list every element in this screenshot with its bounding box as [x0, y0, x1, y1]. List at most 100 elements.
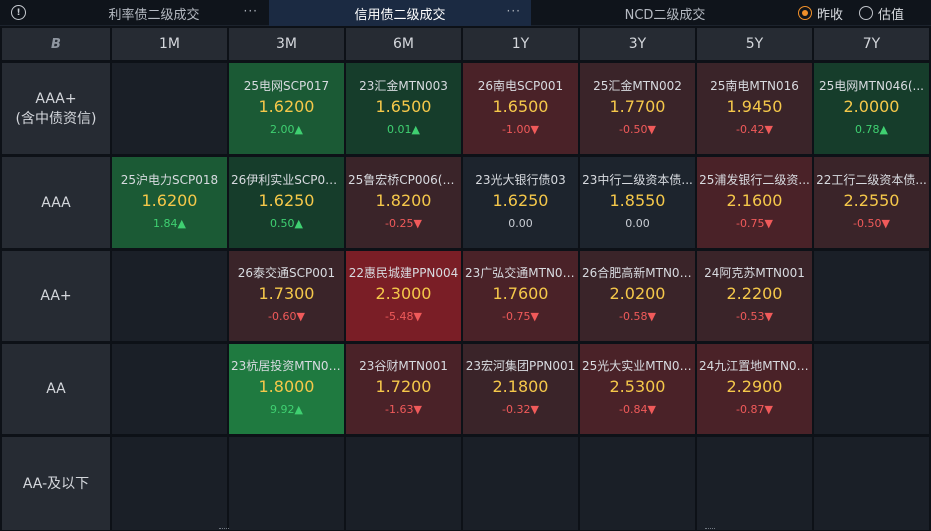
row-label-text: AA-及以下: [22, 475, 90, 492]
bond-cell[interactable]: 26合肥高新MTN001 2.0200 -0.58▼: [580, 251, 695, 341]
bond-yield: 1.6500: [375, 96, 432, 116]
info-icon[interactable]: !: [11, 5, 26, 20]
bond-name[interactable]: 25电网MTN046(...: [814, 78, 929, 96]
resize-handle[interactable]: [219, 528, 229, 530]
bond-cell[interactable]: 25南电MTN016 1.9450 -0.42▼: [697, 63, 812, 154]
tab-credit-bond-trades[interactable]: 信用债二级成交 ···: [269, 0, 531, 26]
more-icon[interactable]: ···: [244, 4, 258, 18]
row-label-text: AAA: [41, 194, 71, 211]
column-header-3y[interactable]: 3Y: [580, 28, 695, 60]
bond-name[interactable]: 25汇金MTN002: [580, 78, 695, 96]
bond-change: -0.87▼: [736, 403, 773, 416]
bond-cell[interactable]: 25沪电力SCP018 1.6200 1.84▲: [112, 157, 227, 248]
bond-cell[interactable]: 25鲁宏桥CP006(科... 1.8200 -0.25▼: [346, 157, 461, 248]
bond-yield: 2.1800: [492, 377, 549, 396]
bond-yield: 1.7700: [609, 96, 666, 116]
bond-name[interactable]: 23杭居投资MTN001: [229, 358, 344, 376]
column-header-5y[interactable]: 5Y: [697, 28, 812, 60]
bond-change: -0.60▼: [268, 310, 305, 323]
bond-name[interactable]: 23光大银行债03: [463, 172, 578, 190]
empty-cell: [112, 437, 227, 530]
bond-cell[interactable]: 23广弘交通MTN001 1.7600 -0.75▼: [463, 251, 578, 341]
empty-cell: [814, 437, 929, 530]
radio-dot[interactable]: [859, 6, 873, 20]
bond-name[interactable]: 25鲁宏桥CP006(科...: [346, 172, 461, 190]
bond-yield: 1.6200: [258, 96, 315, 116]
more-icon[interactable]: ···: [507, 4, 521, 18]
bond-change: 0.78▲: [855, 122, 888, 136]
bond-change: 0.01▲: [387, 122, 420, 136]
bond-cell[interactable]: 22惠民城建PPN004 2.3000 -5.48▼: [346, 251, 461, 341]
bond-cell[interactable]: 23汇金MTN003 1.6500 0.01▲: [346, 63, 461, 154]
bond-change: 2.00▲: [270, 122, 303, 136]
bond-cell[interactable]: 23光大银行债03 1.6250 0.00: [463, 157, 578, 248]
bond-cell[interactable]: 25电网SCP017 1.6200 2.00▲: [229, 63, 344, 154]
bond-change: -0.50▼: [619, 122, 656, 136]
bond-name[interactable]: 26合肥高新MTN001: [580, 265, 695, 283]
column-header-7y[interactable]: 7Y: [814, 28, 929, 60]
bond-name[interactable]: 23汇金MTN003: [346, 78, 461, 96]
bond-cell[interactable]: 23谷财MTN001 1.7200 -1.63▼: [346, 344, 461, 434]
tab-label: 利率债二级成交: [108, 7, 200, 23]
bond-change: -0.84▼: [619, 403, 656, 416]
bond-name[interactable]: 22工行二级资本债...: [814, 172, 929, 190]
bond-name[interactable]: 25浦发银行二级资...: [697, 172, 812, 190]
radio-prev-close[interactable]: 昨收: [798, 0, 843, 26]
bond-cell[interactable]: 24九江置地MTN001 2.2900 -0.87▼: [697, 344, 812, 434]
bond-yield: 1.9450: [726, 96, 783, 116]
bond-cell[interactable]: 25浦发银行二级资... 2.1600 -0.75▼: [697, 157, 812, 248]
radio-valuation[interactable]: 估值: [859, 0, 904, 26]
bond-cell[interactable]: 23中行二级资本债... 1.8550 0.00: [580, 157, 695, 248]
bond-yield: 1.7300: [258, 284, 315, 303]
bond-change: -0.32▼: [502, 403, 539, 416]
bond-name[interactable]: 26南电SCP001: [463, 78, 578, 96]
credit-matrix: B 1M 3M 6M 1Y 3Y 5Y 7Y AAA+ (含中债资信) 25电网SCP017 1.62…: [0, 26, 931, 531]
bond-name[interactable]: 26伊利实业SCP00...: [229, 172, 344, 190]
row-label-text: AAA+: [35, 90, 77, 107]
bond-cell[interactable]: 26泰交通SCP001 1.7300 -0.60▼: [229, 251, 344, 341]
tab-rate-bond-trades[interactable]: 利率债二级成交 ···: [40, 0, 268, 26]
bond-cell[interactable]: 26南电SCP001 1.6500 -1.00▼: [463, 63, 578, 154]
empty-cell: [697, 437, 812, 530]
bond-name[interactable]: 25沪电力SCP018: [112, 172, 227, 190]
bond-name[interactable]: 24九江置地MTN001: [697, 358, 812, 376]
bond-cell[interactable]: 25汇金MTN002 1.7700 -0.50▼: [580, 63, 695, 154]
bond-name[interactable]: 25南电MTN016: [697, 78, 812, 96]
bond-name[interactable]: 23谷财MTN001: [346, 358, 461, 376]
bond-cell[interactable]: 23宏河集团PPN001 2.1800 -0.32▼: [463, 344, 578, 434]
row-label-rating: AA: [2, 344, 110, 434]
bond-name[interactable]: 25光大实业MTN001: [580, 358, 695, 376]
column-header-6m[interactable]: 6M: [346, 28, 461, 60]
radio-dot[interactable]: [798, 6, 812, 20]
column-header-3m[interactable]: 3M: [229, 28, 344, 60]
tab-ncd-trades[interactable]: NCD二级成交: [560, 0, 770, 26]
bond-yield: 1.8550: [609, 190, 666, 210]
bond-cell[interactable]: 23杭居投资MTN001 1.8000 9.92▲: [229, 344, 344, 434]
bond-yield: 2.2550: [843, 190, 900, 210]
row-label-rating: AAA: [2, 157, 110, 248]
bond-yield: 2.2900: [726, 377, 783, 396]
empty-cell: [112, 63, 227, 154]
bond-name[interactable]: 24阿克苏MTN001: [697, 265, 812, 283]
bond-name[interactable]: 23广弘交通MTN001: [463, 265, 578, 283]
bond-change: 0.00: [625, 216, 650, 230]
bond-yield: 1.8000: [258, 377, 315, 396]
bond-change: -0.50▼: [853, 216, 890, 230]
resize-handle[interactable]: [705, 528, 715, 530]
column-header-1y[interactable]: 1Y: [463, 28, 578, 60]
bond-name[interactable]: 26泰交通SCP001: [229, 265, 344, 283]
row-label-text: (含中债资信): [15, 110, 97, 127]
bond-name[interactable]: 25电网SCP017: [229, 78, 344, 96]
bond-cell[interactable]: 25光大实业MTN001 2.5300 -0.84▼: [580, 344, 695, 434]
bond-name[interactable]: 22惠民城建PPN004: [346, 265, 461, 283]
bond-name[interactable]: 23中行二级资本债...: [580, 172, 695, 190]
bond-name[interactable]: 23宏河集团PPN001: [463, 358, 578, 376]
column-header-1m[interactable]: 1M: [112, 28, 227, 60]
bond-cell[interactable]: 24阿克苏MTN001 2.2200 -0.53▼: [697, 251, 812, 341]
empty-cell: [346, 437, 461, 530]
bond-cell[interactable]: 22工行二级资本债... 2.2550 -0.50▼: [814, 157, 929, 248]
radio-label: 估值: [878, 7, 905, 23]
bond-cell[interactable]: 25电网MTN046(... 2.0000 0.78▲: [814, 63, 929, 154]
bond-cell[interactable]: 26伊利实业SCP00... 1.6250 0.50▲: [229, 157, 344, 248]
bond-change: -5.48▼: [385, 310, 422, 323]
